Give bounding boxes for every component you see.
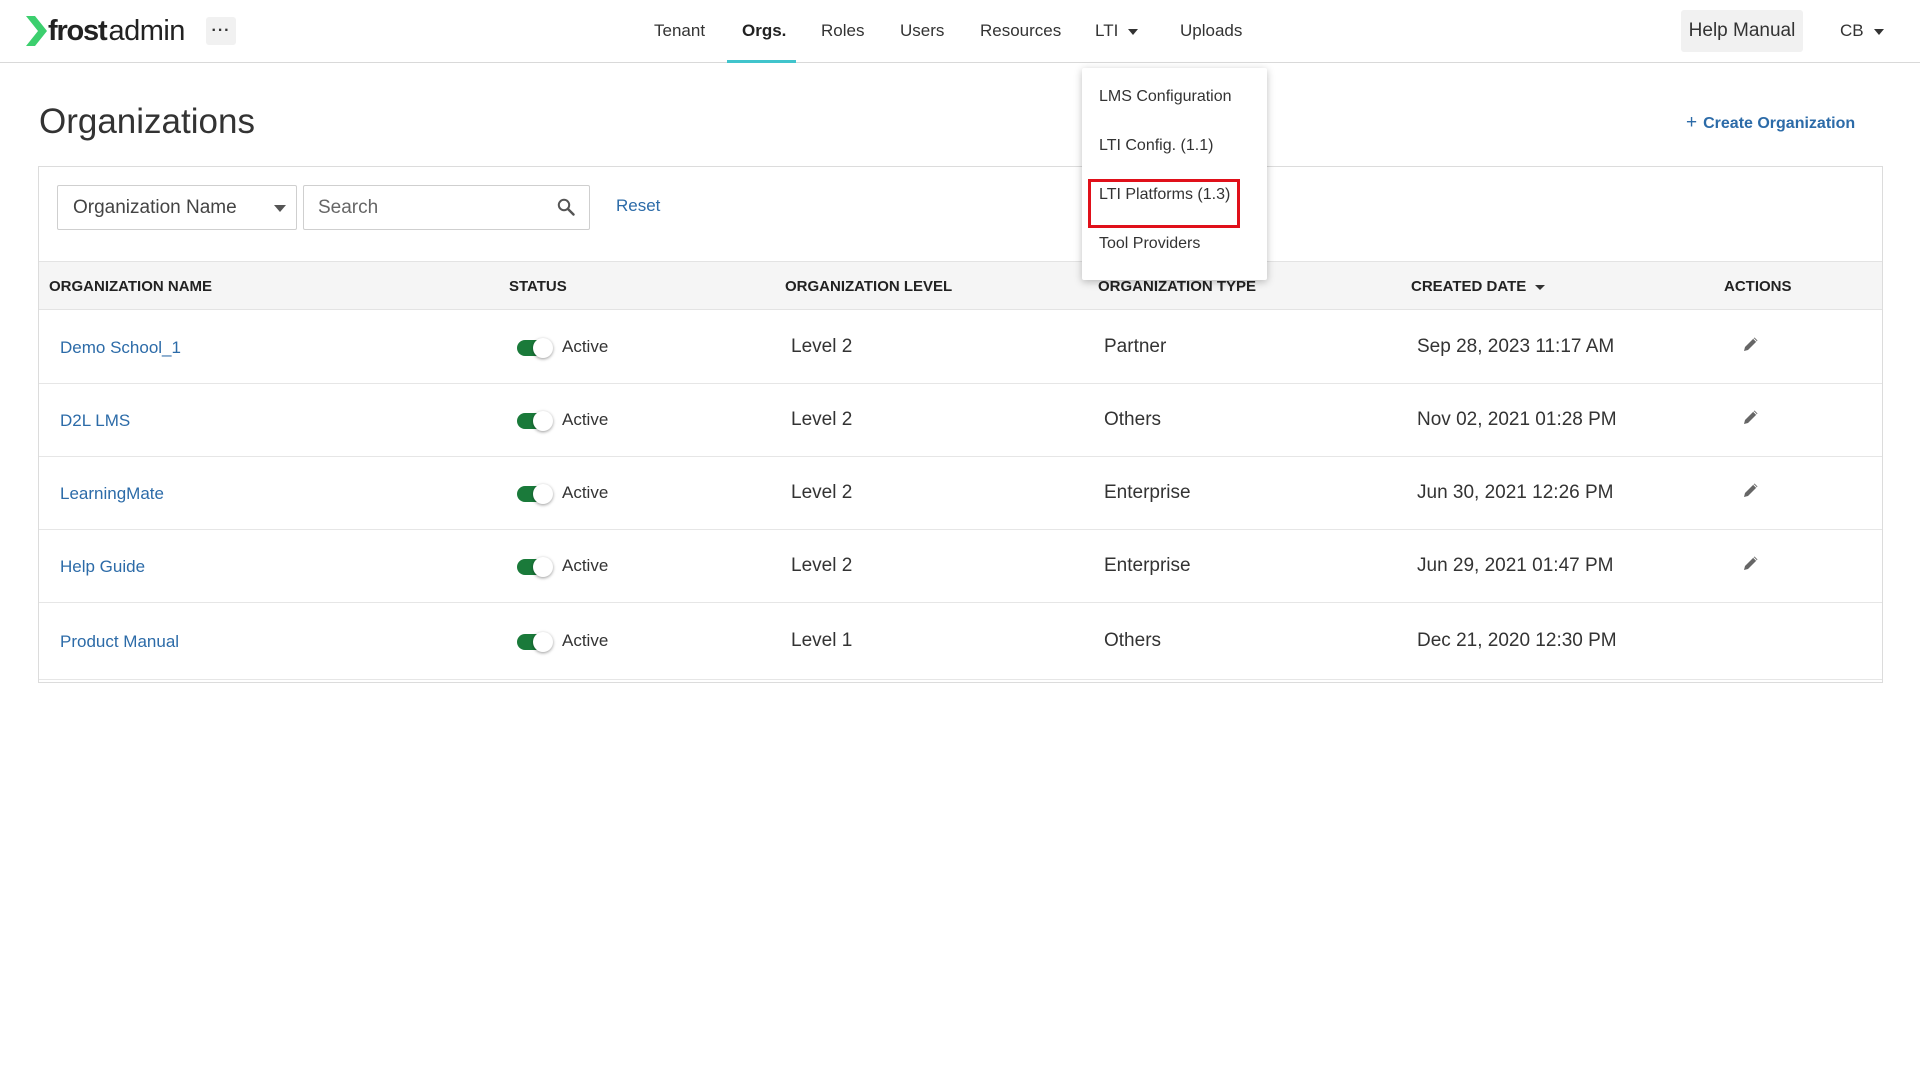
edit-pencil-icon[interactable] [1742, 408, 1760, 426]
table-row: D2L LMS Active Level 2 Others Nov 02, 2021 0… [39, 384, 1882, 457]
table-row: Demo School_1 Active Level 2 Partner Sep 28,… [39, 311, 1882, 384]
nav-lti-label: LTI [1095, 21, 1119, 40]
frost-admin-logo[interactable]: frost admin [26, 14, 185, 48]
organization-name-link[interactable]: Help Guide [60, 557, 145, 577]
status-label: Active [562, 556, 609, 575]
top-header: frost admin ··· Tenant Orgs. Roles Users… [0, 0, 1920, 63]
created-date: Jun 29, 2021 01:47 PM [1417, 555, 1614, 576]
organization-type: Others [1104, 409, 1162, 430]
col-created-date[interactable]: CREATED DATE [1411, 262, 1546, 311]
toggle-knob [533, 338, 553, 358]
nav-tenant[interactable]: Tenant [654, 0, 705, 63]
user-initials: CB [1840, 21, 1864, 40]
create-organization-label: Create Organization [1703, 115, 1856, 132]
logo-chevron-icon [26, 16, 47, 46]
col-created-date-label: CREATED DATE [1411, 278, 1527, 295]
user-menu[interactable]: CB [1840, 21, 1884, 41]
toggle-knob [533, 484, 553, 504]
help-manual-button[interactable]: Help Manual [1681, 10, 1803, 52]
col-status[interactable]: STATUS [509, 262, 567, 311]
menu-item-lms-configuration[interactable]: LMS Configuration [1099, 88, 1232, 106]
search-box [303, 185, 590, 230]
plus-icon: + [1686, 112, 1698, 133]
sort-desc-icon [1535, 284, 1546, 290]
chevron-down-icon [1873, 28, 1884, 35]
organization-type: Enterprise [1104, 555, 1191, 576]
created-date: Dec 21, 2020 12:30 PM [1417, 630, 1617, 651]
status-label: Active [562, 631, 609, 650]
created-date: Nov 02, 2021 01:28 PM [1417, 409, 1617, 430]
menu-item-lti-config-1-1[interactable]: LTI Config. (1.1) [1099, 137, 1213, 155]
nav-roles[interactable]: Roles [821, 0, 864, 63]
table-row: Product Manual Active Level 1 Others Dec 21,… [39, 603, 1882, 680]
organization-name-link[interactable]: LearningMate [60, 484, 164, 504]
more-menu-button[interactable]: ··· [206, 17, 236, 45]
table-header: ORGANIZATION NAME STATUS ORGANIZATION LE… [39, 261, 1882, 310]
nav-uploads[interactable]: Uploads [1180, 0, 1242, 63]
organization-level: Level 2 [791, 409, 853, 430]
col-organization-level[interactable]: ORGANIZATION LEVEL [785, 262, 952, 311]
organization-type: Others [1104, 630, 1162, 651]
edit-pencil-icon[interactable] [1742, 481, 1760, 499]
toggle-knob [533, 632, 553, 652]
table-row: Help Guide Active Level 2 Enterprise Jun 29,… [39, 530, 1882, 603]
page-title: Organizations [39, 102, 255, 141]
col-actions: ACTIONS [1724, 278, 1792, 295]
created-date: Sep 28, 2023 11:17 AM [1417, 336, 1615, 357]
create-organization-button[interactable]: + Create Organization [1686, 112, 1855, 134]
organization-name-link[interactable]: D2L LMS [60, 411, 130, 431]
nav-users[interactable]: Users [900, 0, 944, 63]
organization-name-link[interactable]: Demo School_1 [60, 338, 181, 358]
organization-level: Level 1 [791, 630, 853, 651]
lti-dropdown-menu: LMS Configuration LTI Config. (1.1) LTI … [1082, 68, 1267, 280]
status-toggle[interactable] [517, 557, 553, 577]
status-toggle[interactable] [517, 484, 553, 504]
table-row: LearningMate Active Level 2 Enterprise Jun 3… [39, 457, 1882, 530]
nav-active-indicator [727, 60, 796, 63]
caret-down-icon [274, 205, 286, 212]
organization-name-link[interactable]: Product Manual [60, 632, 179, 652]
filter-field-value: Organization Name [73, 197, 237, 218]
organization-type: Partner [1104, 336, 1167, 357]
nav-lti[interactable]: LTI [1095, 0, 1139, 63]
organization-level: Level 2 [791, 555, 853, 576]
toggle-knob [533, 411, 553, 431]
status-toggle[interactable] [517, 632, 553, 652]
organization-level: Level 2 [791, 482, 853, 503]
col-organization-name[interactable]: ORGANIZATION NAME [49, 262, 212, 311]
edit-pencil-icon[interactable] [1742, 554, 1760, 572]
status-toggle[interactable] [517, 411, 553, 431]
logo-text-admin: admin [108, 14, 185, 47]
organization-level: Level 2 [791, 336, 853, 357]
reset-link[interactable]: Reset [616, 196, 660, 216]
edit-pencil-icon[interactable] [1742, 335, 1760, 353]
chevron-down-icon [1128, 28, 1139, 35]
toggle-knob [533, 557, 553, 577]
nav-resources[interactable]: Resources [980, 0, 1061, 63]
highlight-box [1088, 179, 1240, 228]
search-icon[interactable] [557, 198, 575, 216]
created-date: Jun 30, 2021 12:26 PM [1417, 482, 1614, 503]
filter-field-select[interactable]: Organization Name [57, 185, 297, 230]
organization-type: Enterprise [1104, 482, 1191, 503]
status-label: Active [562, 410, 609, 429]
status-toggle[interactable] [517, 338, 553, 358]
logo-text-frost: frost [48, 14, 108, 47]
search-input[interactable] [318, 186, 548, 229]
status-label: Active [562, 483, 609, 502]
status-label: Active [562, 337, 609, 356]
menu-item-tool-providers[interactable]: Tool Providers [1099, 235, 1200, 253]
nav-orgs[interactable]: Orgs. [742, 0, 786, 63]
